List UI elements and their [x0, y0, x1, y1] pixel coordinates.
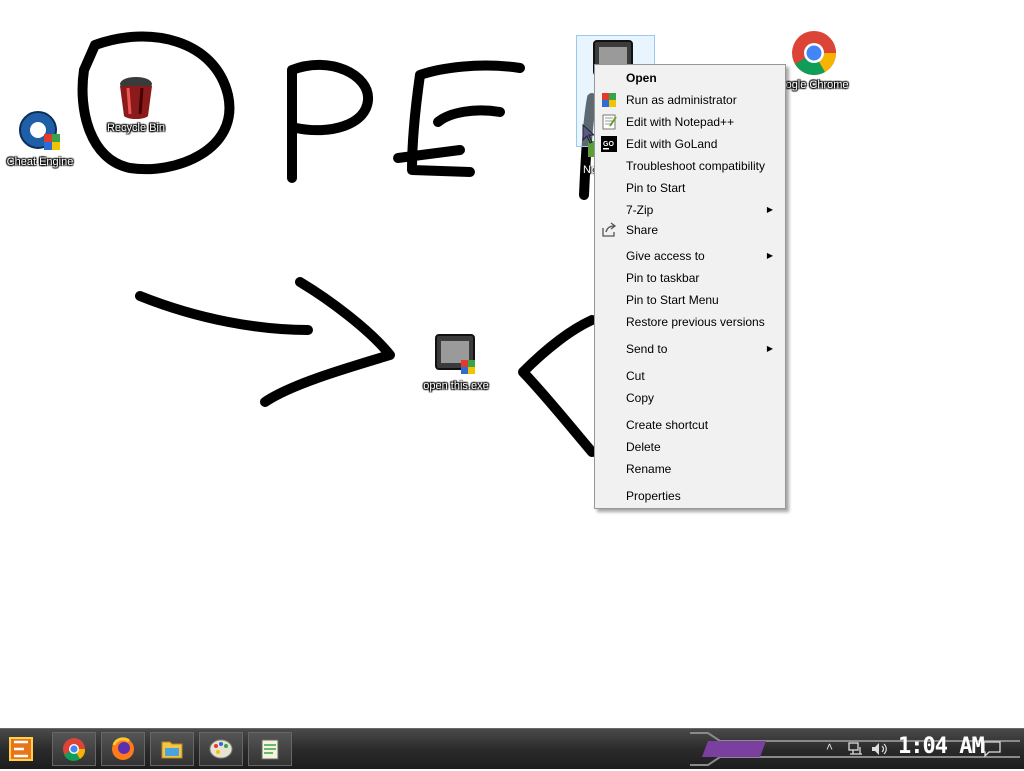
menu-item-pin-to-taskbar[interactable]: Pin to taskbar: [595, 268, 785, 288]
shield-icon: [602, 93, 616, 107]
menu-item-share[interactable]: Share: [595, 220, 785, 240]
taskbar-paint-button[interactable]: [199, 732, 243, 766]
goland-icon: GO: [601, 136, 617, 152]
submenu-arrow-icon: ▶: [766, 344, 773, 353]
taskbar-notepad-button[interactable]: [248, 732, 292, 766]
desktop-icon-label: open this.exe: [423, 380, 489, 392]
start-icon: [9, 737, 33, 761]
recycle-bin-icon: [120, 77, 152, 119]
chevron-up-icon[interactable]: ˄: [826, 740, 833, 754]
menu-item-properties[interactable]: Properties: [595, 486, 785, 506]
start-button[interactable]: [2, 732, 48, 766]
desktop-icon-cheat-engine[interactable]: Cheat Engine: [0, 106, 80, 168]
notepadpp-icon: [602, 114, 617, 130]
desktop-icon-google-chrome[interactable]: oogle Chrome: [774, 29, 854, 91]
cheat-engine-icon: [19, 111, 60, 150]
taskbar-chrome-button[interactable]: [52, 732, 96, 766]
desktop-icon-label: oogle Chrome: [779, 79, 849, 91]
chrome-icon: [792, 31, 836, 75]
submenu-arrow-icon: ▶: [766, 205, 773, 214]
network-icon[interactable]: [848, 742, 864, 756]
menu-item-send-to[interactable]: Send to ▶: [595, 339, 785, 359]
file-explorer-icon: [161, 741, 183, 759]
desktop-icon-recycle-bin[interactable]: Recycle Bin: [96, 74, 176, 134]
firefox-icon: [112, 737, 134, 760]
menu-item-pin-to-start[interactable]: Pin to Start: [595, 178, 785, 198]
menu-item-run-as-administrator[interactable]: Run as administrator: [595, 90, 785, 110]
menu-item-copy[interactable]: Copy: [595, 388, 785, 408]
volume-icon[interactable]: [871, 742, 889, 756]
desktop-icon-open-this-exe[interactable]: open this.exe: [416, 332, 496, 392]
desktop-icon-label: Recycle Bin: [106, 122, 166, 134]
menu-item-delete[interactable]: Delete: [595, 437, 785, 457]
menu-item-open[interactable]: Open: [595, 68, 785, 88]
menu-item-rename[interactable]: Rename: [595, 459, 785, 479]
taskbar-firefox-button[interactable]: [101, 732, 145, 766]
share-icon: [602, 222, 617, 237]
desktop-icon-label: Cheat Engine: [6, 156, 74, 168]
menu-item-give-access-to[interactable]: Give access to ▶: [595, 246, 785, 266]
menu-item-create-shortcut[interactable]: Create shortcut: [595, 415, 785, 435]
paint-icon: [209, 739, 233, 759]
menu-item-pin-to-start-menu[interactable]: Pin to Start Menu: [595, 290, 785, 310]
menu-item-restore-previous-versions[interactable]: Restore previous versions: [595, 312, 785, 332]
exe-app-icon: [435, 334, 475, 374]
menu-item-troubleshoot-compatibility[interactable]: Troubleshoot compatibility: [595, 156, 785, 176]
menu-item-cut[interactable]: Cut: [595, 366, 785, 386]
taskbar-file-explorer-button[interactable]: [150, 732, 194, 766]
context-menu: Open Run as administrator Edit with Note…: [594, 64, 786, 509]
desktop[interactable]: Cheat Engine Recycle Bin open this.exe N…: [0, 0, 1024, 728]
svg-text:GO: GO: [603, 141, 614, 148]
taskbar: ˄: [0, 728, 1024, 769]
taskbar-clock[interactable]: 1:04 AM: [898, 734, 985, 759]
menu-item-7zip[interactable]: 7-Zip ▶: [595, 200, 785, 220]
menu-item-edit-with-goland[interactable]: GO Edit with GoLand: [595, 134, 785, 154]
notepad-icon: [261, 739, 279, 760]
menu-item-edit-with-notepadpp[interactable]: Edit with Notepad++: [595, 112, 785, 132]
action-center-icon[interactable]: [983, 741, 1001, 757]
chrome-icon: [63, 738, 86, 761]
submenu-arrow-icon: ▶: [766, 251, 773, 260]
